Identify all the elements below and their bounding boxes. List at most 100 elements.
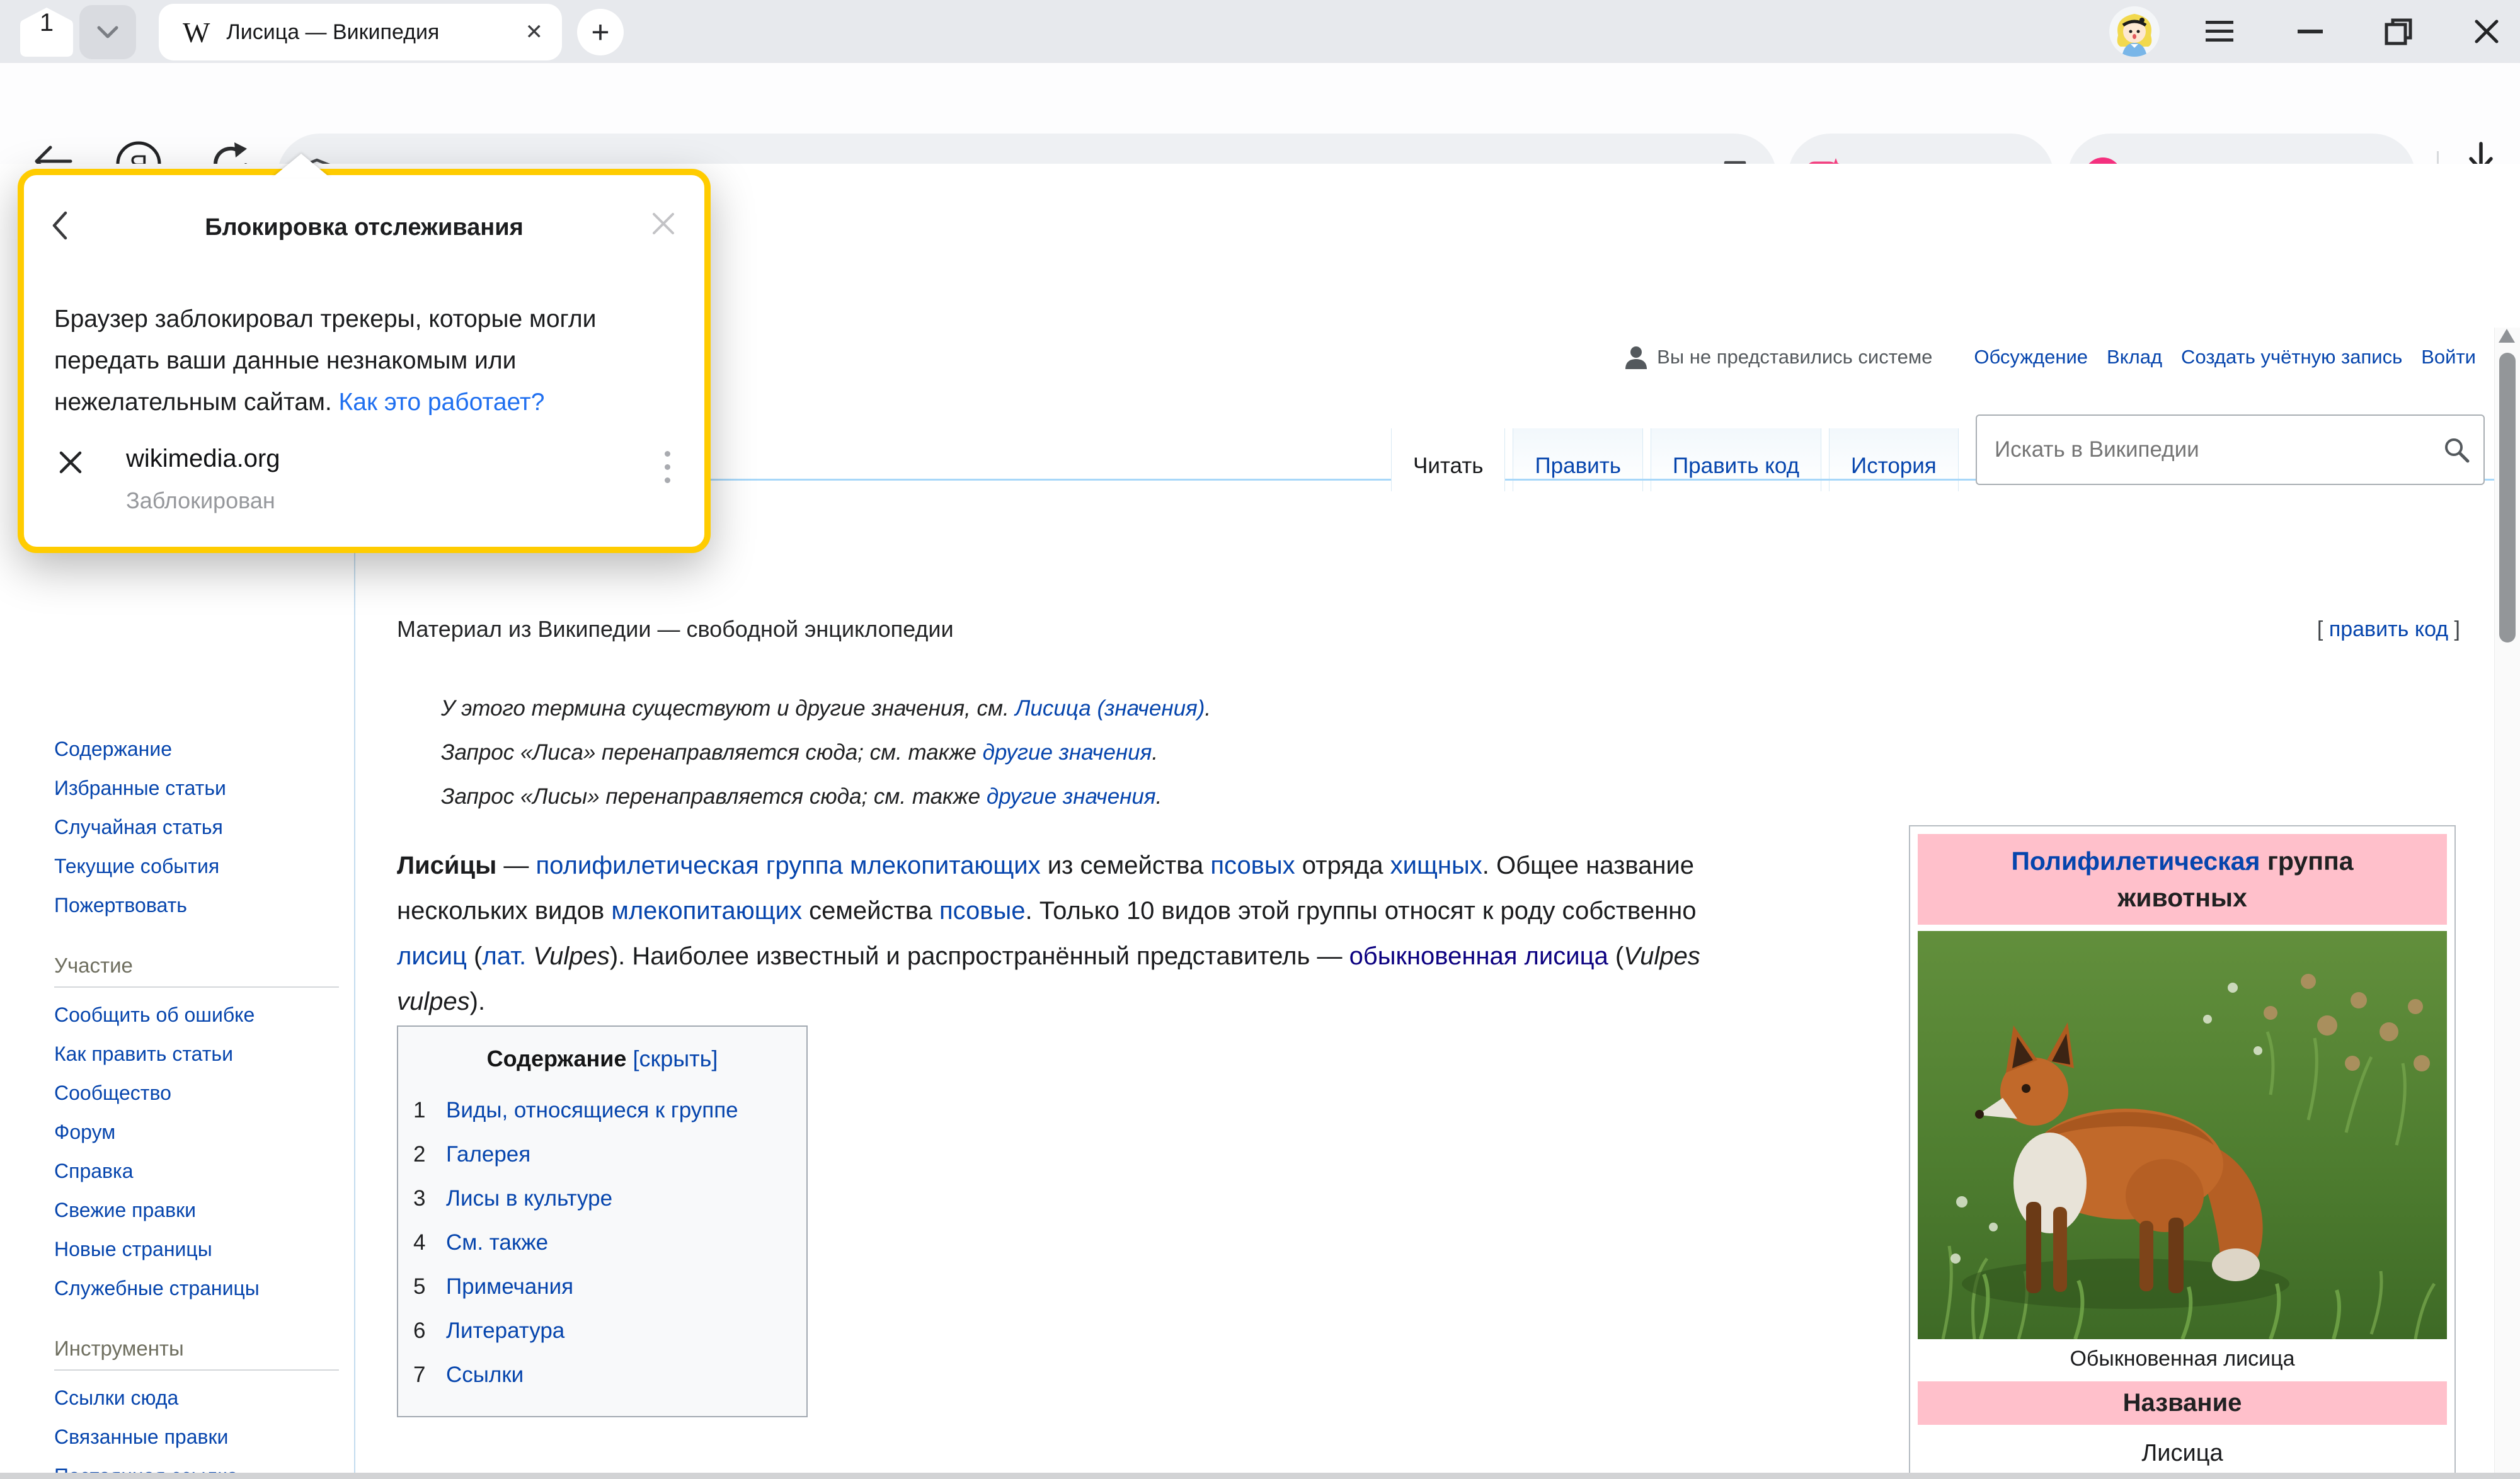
chevron-down-icon — [96, 25, 119, 39]
link[interactable]: полифилетическая группа — [536, 852, 842, 879]
toc-item-link[interactable]: Литература — [446, 1309, 564, 1353]
popup-description: Браузер заблокировал трекеры, которые мо… — [54, 299, 679, 423]
link[interactable]: обыкновенная лисица — [1349, 942, 1608, 970]
personal-link[interactable]: Обсуждение — [1974, 346, 2088, 368]
sidebar-item[interactable]: Случайная статья — [54, 808, 281, 847]
blocked-site-menu-button[interactable] — [665, 451, 670, 483]
sidebar-item[interactable]: Служебные страницы — [54, 1269, 281, 1308]
anon-notice: Вы не представились системе — [1624, 345, 1932, 369]
sidebar-item[interactable]: Текущие события — [54, 847, 281, 886]
text-segment: группа — [2260, 847, 2353, 876]
text-segment: ] — [2448, 617, 2460, 641]
popup-close-button[interactable] — [650, 210, 677, 237]
link[interactable]: Лисица (значения) — [1015, 696, 1205, 721]
blocked-site-x-icon[interactable] — [58, 450, 83, 475]
how-it-works-link[interactable]: Как это работает? — [339, 389, 545, 416]
scrollbar-thumb[interactable] — [2499, 353, 2516, 642]
sidebar-item[interactable]: Пожертвовать — [54, 886, 281, 925]
text-segment: [ — [2317, 617, 2329, 641]
sidebar-section-participation: Участие — [54, 954, 339, 988]
personal-link[interactable]: Создать учётную запись — [2181, 346, 2402, 368]
link[interactable]: млекопитающих — [611, 897, 802, 925]
tab-list-chevron-button[interactable] — [79, 5, 136, 59]
view-tab[interactable]: Править код — [1651, 428, 1821, 491]
hamburger-menu-icon — [2206, 21, 2233, 42]
browser-toolbar: Я https://ru.wikipedia.org/wiki/Лисица •… — [0, 63, 2520, 164]
sidebar-item[interactable]: Сообщить об ошибке — [54, 995, 281, 1034]
text-segment: Запрос «Лиса» перенаправляется сюда; см.… — [441, 740, 983, 765]
scrollbar-up-arrow[interactable] — [2499, 329, 2515, 343]
toc-item[interactable]: 1 Виды, относящиеся к группе — [413, 1088, 791, 1133]
sidebar-item[interactable]: Справка — [54, 1151, 281, 1191]
sidebar-item[interactable]: Избранные статьи — [54, 768, 281, 808]
toc-item-link[interactable]: Галерея — [446, 1133, 530, 1177]
text-segment: Vulpes — [533, 942, 610, 970]
browser-titlebar: 1 W Лисица — Википедия ✕ + — [0, 0, 2520, 63]
tab-read[interactable]: Читать — [1391, 428, 1505, 491]
sidebar-item[interactable]: Связанные правки — [54, 1417, 281, 1456]
link[interactable]: другие значения — [983, 740, 1152, 765]
link[interactable]: лат. — [482, 942, 526, 970]
toc-item-link[interactable]: См. также — [446, 1221, 548, 1265]
toc-item-link[interactable]: Лисы в культуре — [446, 1177, 612, 1221]
search-icon[interactable] — [2443, 437, 2470, 463]
blocked-site-domain: wikimedia.org — [126, 445, 280, 473]
minimize-button[interactable] — [2288, 11, 2332, 52]
toc-item-link[interactable]: Ссылки — [446, 1353, 524, 1397]
restore-window-icon — [2385, 18, 2412, 45]
view-tab[interactable]: Править — [1513, 428, 1643, 491]
link[interactable]: править код — [2329, 617, 2448, 641]
link[interactable]: млекопитающих — [850, 852, 1041, 879]
toc-item-link[interactable]: Виды, относящиеся к группе — [446, 1088, 738, 1133]
link[interactable]: лисиц — [397, 942, 467, 970]
toc-item[interactable]: 5 Примечания — [413, 1265, 791, 1309]
toc-item-number: 1 — [413, 1088, 446, 1133]
text-segment — [843, 852, 850, 879]
toc-item-link[interactable]: Примечания — [446, 1265, 573, 1309]
personal-link[interactable]: Вклад — [2107, 346, 2162, 368]
text-segment: семейства — [802, 897, 939, 925]
toc-item[interactable]: 2 Галерея — [413, 1133, 791, 1177]
search-input[interactable] — [1993, 437, 2443, 463]
link[interactable]: Полифилетическая — [2011, 847, 2260, 876]
infobox-row-header-name: Название — [1918, 1381, 2447, 1425]
toc-hide-toggle[interactable]: [скрыть] — [633, 1046, 718, 1071]
toc-item[interactable]: 7 Ссылки — [413, 1353, 791, 1397]
new-tab-button[interactable]: + — [577, 9, 624, 55]
toc-item[interactable]: 4 См. также — [413, 1221, 791, 1265]
view-tab[interactable]: История — [1829, 428, 1959, 491]
toc-item[interactable]: 3 Лисы в культуре — [413, 1177, 791, 1221]
close-window-button[interactable] — [2465, 11, 2509, 52]
maximize-button[interactable] — [2376, 11, 2420, 52]
tracking-protection-popup: Блокировка отслеживания Браузер заблокир… — [18, 169, 711, 553]
link[interactable]: псовых — [1210, 852, 1295, 879]
sidebar-item[interactable]: Новые страницы — [54, 1230, 281, 1269]
sidebar-item[interactable]: Форум — [54, 1112, 281, 1151]
article-subtitle: Материал из Википедии — свободной энцикл… — [397, 616, 954, 642]
link[interactable]: другие значения — [987, 784, 1156, 809]
wikipedia-favicon: W — [183, 16, 210, 49]
profile-avatar[interactable] — [2109, 6, 2160, 57]
link[interactable]: псовые — [939, 897, 1026, 925]
page-views-tabs: Читать ПравитьПравить кодИстория — [1391, 428, 1959, 491]
toc-item-number: 4 — [413, 1221, 446, 1265]
toc-item[interactable]: 6 Литература — [413, 1309, 791, 1353]
browser-tab[interactable]: W Лисица — Википедия ✕ — [159, 4, 562, 60]
text-segment: ( — [1608, 942, 1624, 970]
text-segment: . — [1205, 696, 1211, 721]
edit-source-top-link[interactable]: [ править код ] — [2317, 617, 2460, 642]
tab-counter-button[interactable]: 1 — [18, 5, 76, 59]
link[interactable]: хищных — [1390, 852, 1482, 879]
avatar-alice-illustration — [2109, 6, 2160, 57]
sidebar-item[interactable]: Содержание — [54, 729, 281, 768]
sidebar-item[interactable]: Как править статьи — [54, 1034, 281, 1073]
browser-menu-button[interactable] — [2197, 11, 2242, 52]
hatnote-lisa: Запрос «Лиса» перенаправляется сюда; см.… — [441, 740, 1158, 765]
sidebar-item[interactable]: Свежие правки — [54, 1191, 281, 1230]
sidebar-item[interactable]: Ссылки сюда — [54, 1378, 281, 1417]
wiki-search-box[interactable] — [1976, 414, 2485, 485]
personal-link[interactable]: Войти — [2421, 346, 2476, 368]
sidebar-item[interactable]: Сообщество — [54, 1073, 281, 1112]
fox-photo[interactable] — [1918, 931, 2447, 1339]
tab-close-icon[interactable]: ✕ — [525, 20, 544, 45]
